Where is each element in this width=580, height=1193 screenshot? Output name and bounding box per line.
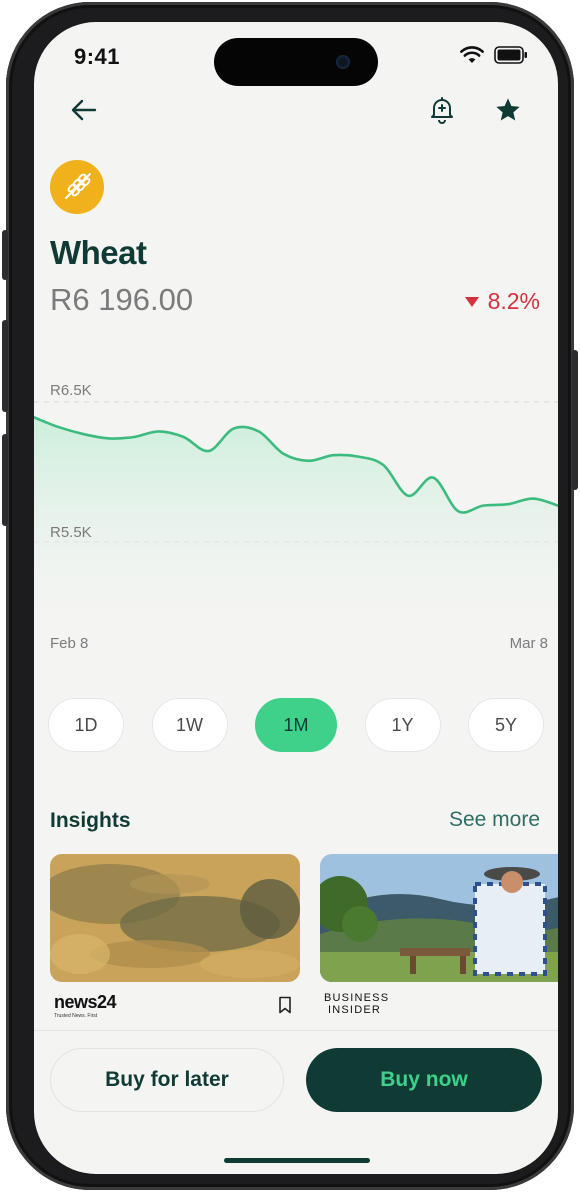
insights-heading: Insights (50, 809, 131, 832)
bookmark-button[interactable] (278, 996, 292, 1019)
price-chart[interactable]: R6.5K R5.5K Feb 8 Mar 8 (34, 352, 558, 652)
y-tick-label: R5.5K (50, 524, 92, 541)
star-icon (496, 98, 520, 121)
volume-down-button (2, 434, 8, 526)
camera-icon (336, 55, 350, 69)
back-button[interactable] (62, 88, 106, 132)
app-screen: 9:41 Wheat R6 196.00 8.2% R6.5K R5.5K Fe… (34, 22, 558, 1174)
range-1w-button[interactable]: 1W (151, 698, 228, 752)
price-change-value: 8.2% (487, 288, 540, 314)
buy-for-later-button[interactable]: Buy for later (50, 1048, 284, 1112)
range-1y-button[interactable]: 1Y (364, 698, 441, 752)
wifi-icon (460, 46, 484, 63)
source-tagline: Trusted News. First (54, 1013, 98, 1019)
favorite-button[interactable] (486, 88, 530, 132)
commodity-badge (50, 160, 104, 214)
price-area (34, 417, 558, 622)
price-change: 8.2% (464, 288, 540, 315)
mute-switch (2, 230, 8, 280)
dynamic-island (214, 38, 378, 86)
y-tick-label: R6.5K (50, 382, 92, 399)
price-chart-svg (34, 401, 558, 622)
insight-card[interactable]: news24 Trusted News. First (50, 854, 300, 1022)
status-time: 9:41 (74, 44, 121, 69)
status-icons (460, 46, 528, 64)
range-5y-button[interactable]: 5Y (468, 698, 544, 752)
home-indicator (224, 1158, 370, 1163)
x-tick-label: Mar 8 (509, 635, 548, 652)
arrow-left-icon (71, 99, 97, 121)
insight-image (320, 854, 558, 982)
range-selector: 1D 1W 1M 1Y 5Y (48, 698, 544, 752)
add-alert-button[interactable] (420, 88, 464, 132)
battery-icon (494, 46, 527, 64)
power-button (572, 350, 578, 490)
commodity-price: R6 196.00 (50, 282, 194, 317)
triangle-down-icon (464, 296, 479, 307)
range-1d-button[interactable]: 1D (48, 698, 124, 752)
business-insider-logo: BUSINESS INSIDER (324, 992, 389, 1016)
divider (34, 1030, 558, 1031)
commodity-name: Wheat (50, 234, 147, 271)
see-more-link[interactable]: See more (449, 808, 540, 832)
wheat-icon (65, 173, 91, 199)
bell-plus-icon (431, 97, 453, 124)
range-1m-button[interactable]: 1M (255, 698, 337, 752)
volume-up-button (2, 320, 8, 412)
bookmark-icon (279, 996, 291, 1014)
source-logo: news24 (54, 992, 117, 1012)
phone-frame: 9:41 Wheat R6 196.00 8.2% R6.5K R5.5K Fe… (2, 2, 578, 1190)
source-logo-line1: BUSINESS (324, 992, 390, 1004)
news24-logo: news24 Trusted News. First (54, 992, 117, 1019)
insight-image (50, 854, 300, 982)
buy-now-button[interactable]: Buy now (306, 1048, 542, 1112)
insight-card[interactable]: BUSINESS INSIDER (320, 854, 558, 1022)
source-logo-line2: INSIDER (328, 1004, 382, 1016)
x-tick-label: Feb 8 (50, 635, 89, 652)
